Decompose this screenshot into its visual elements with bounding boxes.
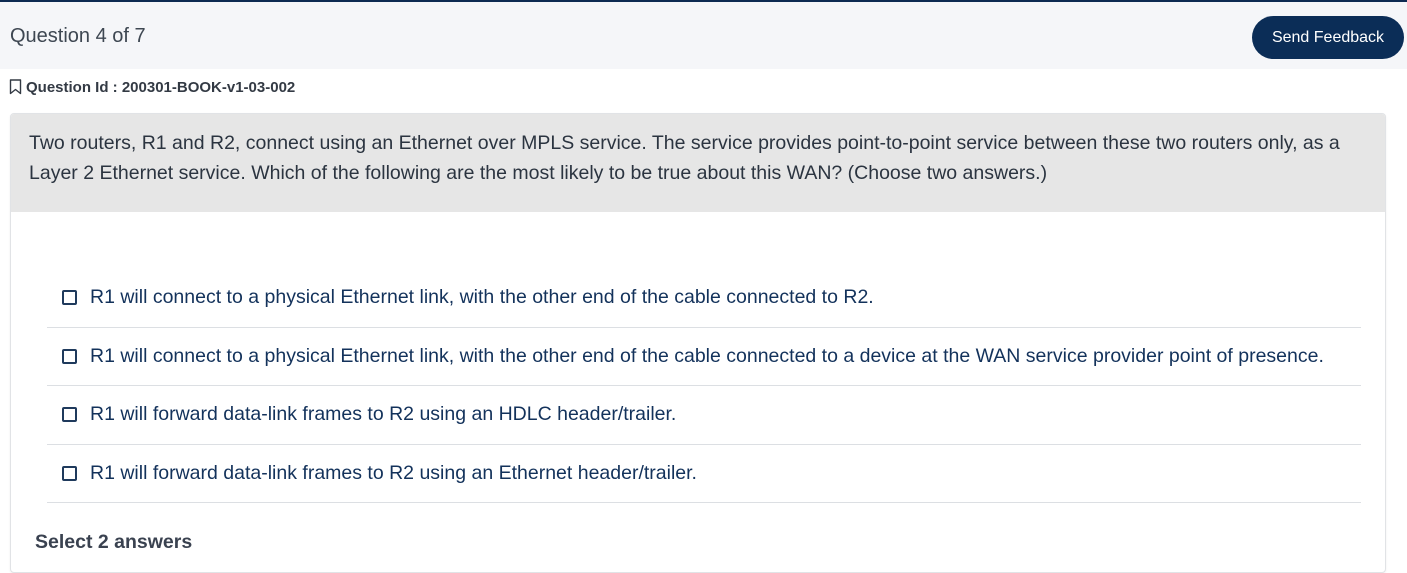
- answer-options: R1 will connect to a physical Ethernet l…: [47, 269, 1361, 503]
- select-answers-hint: Select 2 answers: [35, 531, 193, 553]
- checkbox[interactable]: [62, 290, 77, 306]
- answer-option-text: R1 will forward data-link frames to R2 u…: [90, 461, 697, 484]
- answer-option-1[interactable]: R1 will connect to a physical Ethernet l…: [47, 269, 1361, 328]
- answer-option-2[interactable]: R1 will connect to a physical Ethernet l…: [47, 328, 1361, 386]
- question-text-box: Two routers, R1 and R2, connect using an…: [11, 114, 1385, 212]
- question-progress: Question 4 of 7: [10, 25, 146, 47]
- answer-option-4[interactable]: R1 will forward data-link frames to R2 u…: [47, 445, 1361, 503]
- question-text: Two routers, R1 and R2, connect using an…: [29, 132, 1340, 184]
- send-feedback-button[interactable]: Send Feedback: [1252, 16, 1404, 59]
- bookmark-icon[interactable]: [9, 79, 22, 95]
- checkbox[interactable]: [62, 407, 77, 423]
- question-id-label: Question Id : 200301-BOOK-v1-03-002: [26, 78, 296, 96]
- question-id-row: Question Id : 200301-BOOK-v1-03-002: [9, 77, 295, 97]
- answer-option-text: R1 will connect to a physical Ethernet l…: [90, 286, 874, 309]
- answer-option-text: R1 will forward data-link frames to R2 u…: [90, 403, 677, 426]
- question-card: Two routers, R1 and R2, connect using an…: [10, 113, 1386, 573]
- answer-option-3[interactable]: R1 will forward data-link frames to R2 u…: [47, 386, 1361, 445]
- answer-option-text: R1 will connect to a physical Ethernet l…: [90, 344, 1324, 367]
- checkbox[interactable]: [62, 348, 77, 364]
- top-bar: Question 4 of 7 Send Feedback: [0, 0, 1407, 69]
- checkbox[interactable]: [62, 465, 77, 481]
